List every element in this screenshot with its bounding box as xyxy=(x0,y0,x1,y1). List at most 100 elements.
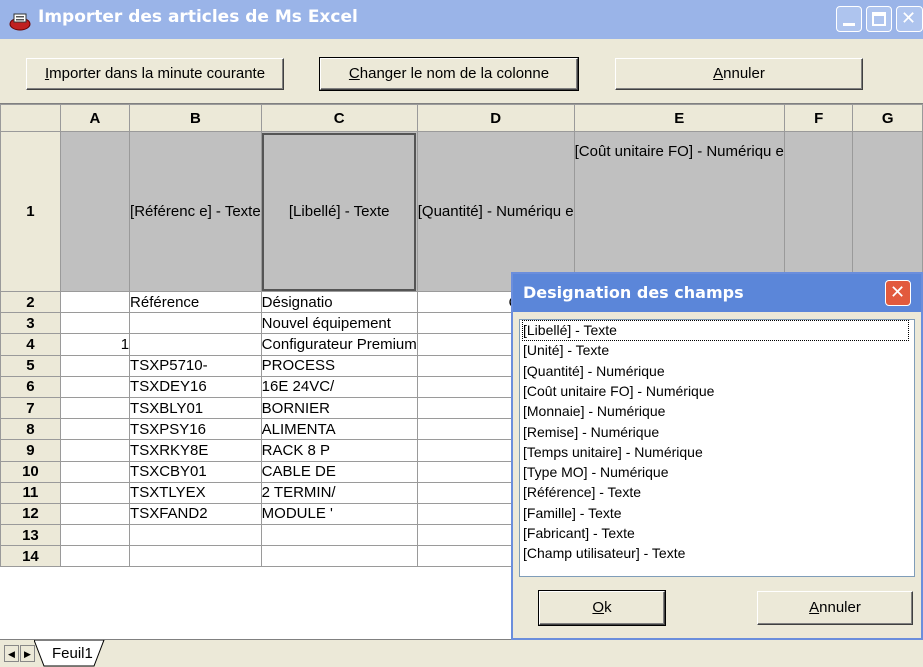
list-item[interactable]: [Type MO] - Numérique xyxy=(523,463,669,482)
field-header-cell[interactable]: [Référenc e] - Texte xyxy=(129,131,262,292)
list-item[interactable]: [Coût unitaire FO] - Numérique xyxy=(523,382,714,401)
tab-scroll-right-button[interactable]: ▶ xyxy=(20,645,35,662)
title-bar[interactable]: Importer des articles de Ms Excel ✕ xyxy=(0,0,923,39)
list-item[interactable]: [Monnaie] - Numérique xyxy=(523,402,665,421)
cancel-button[interactable]: Annuler xyxy=(615,58,863,90)
cell-b[interactable]: TSXFAND2 xyxy=(129,502,262,526)
toolbar: Importer dans la minute courante Changer… xyxy=(0,39,923,103)
row-header[interactable]: 5 xyxy=(0,354,61,377)
cell-a[interactable] xyxy=(59,312,131,335)
row-header[interactable]: 2 xyxy=(0,290,61,314)
list-item[interactable]: [Unité] - Texte xyxy=(523,341,609,360)
cell-b[interactable]: Référence xyxy=(129,290,262,314)
row-header[interactable]: 3 xyxy=(0,312,61,335)
field-header-cell[interactable]: [Coût unitaire FO] - Numériqu e xyxy=(573,131,785,292)
field-header-cell[interactable] xyxy=(852,131,923,292)
close-icon: ✕ xyxy=(890,282,906,303)
field-designation-dialog: Designation des champs ✕ [Libellé] - Tex… xyxy=(511,272,923,640)
cell-c[interactable]: MODULE ' xyxy=(260,502,418,526)
cell-b[interactable]: TSXRKY8E xyxy=(129,439,262,462)
column-header-c[interactable]: C xyxy=(260,104,418,132)
cell-c[interactable]: Nouvel équipement xyxy=(260,312,418,335)
field-header-cell[interactable]: [Quantité] - Numériqu e xyxy=(416,131,575,292)
row-header[interactable]: 9 xyxy=(0,439,61,462)
row-header[interactable]: 7 xyxy=(0,396,61,420)
cell-a[interactable] xyxy=(59,439,131,462)
cell-c[interactable]: Désignatio xyxy=(260,290,418,314)
cell-c[interactable]: PROCESS xyxy=(260,354,418,377)
row-header[interactable]: 14 xyxy=(0,545,61,568)
column-header-b[interactable]: B xyxy=(129,104,262,132)
list-item[interactable]: [Quantité] - Numérique xyxy=(523,362,665,381)
cell-b[interactable]: TSXTLYEX xyxy=(129,481,262,504)
list-item[interactable]: [Remise] - Numérique xyxy=(523,423,659,442)
list-item[interactable]: [Temps unitaire] - Numérique xyxy=(523,443,703,462)
list-item[interactable]: [Référence] - Texte xyxy=(523,483,641,502)
dialog-close-button[interactable]: ✕ xyxy=(885,280,911,306)
tab-scroll-left-button[interactable]: ◀ xyxy=(4,645,19,662)
list-item[interactable]: [Fabricant] - Texte xyxy=(523,524,635,543)
field-header-cell[interactable] xyxy=(783,131,854,292)
cell-b[interactable]: TSXDEY16 xyxy=(129,375,262,398)
field-listbox[interactable]: [Libellé] - Texte [Unité] - Texte [Quantit… xyxy=(519,319,915,577)
maximize-button[interactable] xyxy=(866,6,892,32)
cell-c[interactable]: RACK 8 P xyxy=(260,439,418,462)
cell-b[interactable]: TSXCBY01 xyxy=(129,460,262,483)
cell-a[interactable] xyxy=(59,502,131,526)
column-header-e[interactable]: E xyxy=(573,104,785,132)
cell-b[interactable]: TSXPSY16 xyxy=(129,418,262,441)
cell-a[interactable] xyxy=(59,375,131,398)
cell-b[interactable]: TSXBLY01 xyxy=(129,396,262,420)
cell-b[interactable] xyxy=(129,524,262,547)
cell-c[interactable]: ALIMENTA xyxy=(260,418,418,441)
cell-a[interactable] xyxy=(59,418,131,441)
dialog-cancel-button[interactable]: Annuler xyxy=(757,591,913,625)
field-header-cell[interactable] xyxy=(59,131,131,292)
cell-a[interactable] xyxy=(59,354,131,377)
column-header-d[interactable]: D xyxy=(416,104,575,132)
cell-a[interactable] xyxy=(59,396,131,420)
corner-cell[interactable] xyxy=(0,104,61,132)
list-item[interactable]: [Champ utilisateur] - Texte xyxy=(523,544,685,563)
row-header[interactable]: 10 xyxy=(0,460,61,483)
list-item[interactable]: [Famille] - Texte xyxy=(523,504,622,523)
cell-a[interactable] xyxy=(59,545,131,568)
cell-a[interactable] xyxy=(59,481,131,504)
cell-c[interactable]: BORNIER xyxy=(260,396,418,420)
dialog-title: Designation des champs xyxy=(523,283,744,302)
import-current-minute-button[interactable]: Importer dans la minute courante xyxy=(26,58,284,90)
app-icon xyxy=(9,13,31,31)
cell-a[interactable] xyxy=(59,460,131,483)
field-header-cell-selected[interactable]: [Libellé] - Texte xyxy=(260,131,418,292)
column-header-g[interactable]: G xyxy=(852,104,923,132)
cell-c[interactable]: CABLE DE xyxy=(260,460,418,483)
cell-b[interactable] xyxy=(129,545,262,568)
row-header[interactable]: 12 xyxy=(0,502,61,526)
cell-c[interactable]: 16E 24VC/ xyxy=(260,375,418,398)
minimize-button[interactable] xyxy=(836,6,862,32)
row-header[interactable]: 4 xyxy=(0,333,61,356)
cell-b[interactable] xyxy=(129,333,262,356)
cell-a[interactable] xyxy=(59,290,131,314)
cell-a[interactable] xyxy=(59,524,131,547)
list-item[interactable]: [Libellé] - Texte xyxy=(522,320,909,341)
cell-c[interactable] xyxy=(260,524,418,547)
close-button[interactable]: ✕ xyxy=(896,6,923,32)
cell-b[interactable] xyxy=(129,312,262,335)
column-header-f[interactable]: F xyxy=(783,104,854,132)
row-header[interactable]: 1 xyxy=(0,131,61,292)
row-header[interactable]: 11 xyxy=(0,481,61,504)
cell-c[interactable]: Configurateur Premium xyxy=(260,333,418,356)
dialog-title-bar[interactable]: Designation des champs ✕ xyxy=(513,274,921,312)
cell-b[interactable]: TSXP5710- xyxy=(129,354,262,377)
row-header[interactable]: 13 xyxy=(0,524,61,547)
ok-button[interactable]: Ok xyxy=(538,590,666,626)
cell-c[interactable]: 2 TERMIN/ xyxy=(260,481,418,504)
cell-a[interactable]: 1 xyxy=(59,333,131,356)
rename-column-button[interactable]: Changer le nom de la colonne xyxy=(319,57,579,91)
row-header[interactable]: 8 xyxy=(0,418,61,441)
minimize-icon xyxy=(843,23,855,26)
cell-c[interactable] xyxy=(260,545,418,568)
row-header[interactable]: 6 xyxy=(0,375,61,398)
column-header-a[interactable]: A xyxy=(59,104,131,132)
